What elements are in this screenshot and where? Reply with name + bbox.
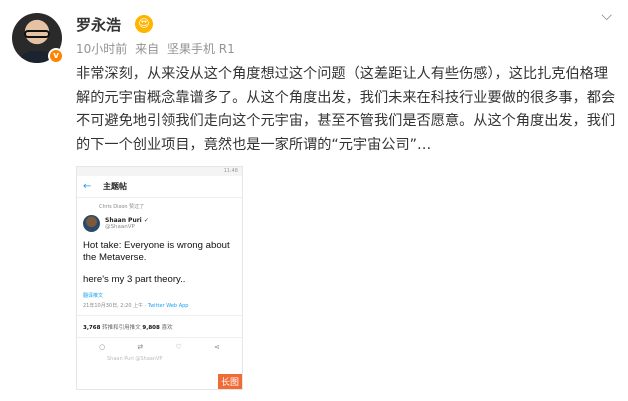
like-label: 喜欢	[161, 325, 173, 331]
tweet-header: ← 主题帖	[77, 176, 242, 198]
tweet-page-title: 主题帖	[103, 182, 127, 191]
phone-status-bar: 11:48	[77, 167, 242, 176]
post-content: 非常深刻，从来没从这个角度想过这个问题（这差距让人有些伤感），这比扎克伯格理解的…	[76, 66, 616, 153]
post-source: 坚果手机 R1	[166, 42, 235, 56]
tweet-line-1: Hot take: Everyone is wrong about the Me…	[83, 240, 230, 263]
long-image-badge: 长图	[217, 374, 242, 389]
tweet-author-name: Shaan Puri ✓	[105, 217, 149, 224]
next-tweet-preview: Shaan Puri @ShaanVP	[107, 356, 163, 362]
glasses-shape	[24, 30, 50, 38]
tweet-line-2: here's my 3 part theory..	[83, 274, 186, 285]
post-time[interactable]: 10小时前	[76, 42, 127, 56]
tweet-author-handle: @ShaanVP	[105, 224, 135, 230]
post-meta: 10小时前 来自 坚果手机 R1	[76, 40, 239, 57]
liked-by: Chris Dixon 赞过了	[99, 204, 145, 210]
tweet-stats: 3,768 转推和引用推文 9,808 喜欢	[77, 315, 242, 338]
username[interactable]: 罗永浩	[76, 14, 121, 35]
reply-icon: ○	[99, 343, 106, 351]
verified-badge-icon: v	[48, 48, 64, 64]
tweet-author: Shaan Puri ✓ @ShaanVP	[77, 210, 242, 232]
tweet-text: Hot take: Everyone is wrong about the Me…	[77, 232, 242, 286]
translate-link: 翻译推文	[83, 293, 104, 299]
retweet-count: 3,768	[83, 325, 101, 331]
chevron-down-icon[interactable]: ⌵	[601, 8, 612, 24]
retweet-icon: ⇄	[137, 343, 144, 351]
source-prefix: 来自	[135, 42, 160, 56]
tweet-avatar	[83, 215, 100, 232]
member-level-icon[interactable]: 😍	[135, 15, 153, 33]
tweet-source: Twitter Web App	[147, 303, 189, 309]
heart-icon: ♡	[175, 343, 182, 351]
retweet-label: 转推和引用推文	[102, 325, 143, 331]
share-icon: ⋖	[213, 343, 220, 351]
tweet-actions: ○ ⇄ ♡ ⋖	[77, 338, 242, 356]
back-arrow-icon: ←	[83, 181, 92, 192]
tweet-timestamp: 21年10月30日, 2:20 上午 · Twitter Web App	[77, 299, 242, 309]
embedded-image[interactable]: 11:48 ← 主题帖 Chris Dixon 赞过了 Shaan Puri ✓…	[76, 166, 243, 390]
like-count: 9,808	[142, 325, 160, 331]
tweet-time: 21年10月30日, 2:20 上午 ·	[83, 303, 148, 309]
